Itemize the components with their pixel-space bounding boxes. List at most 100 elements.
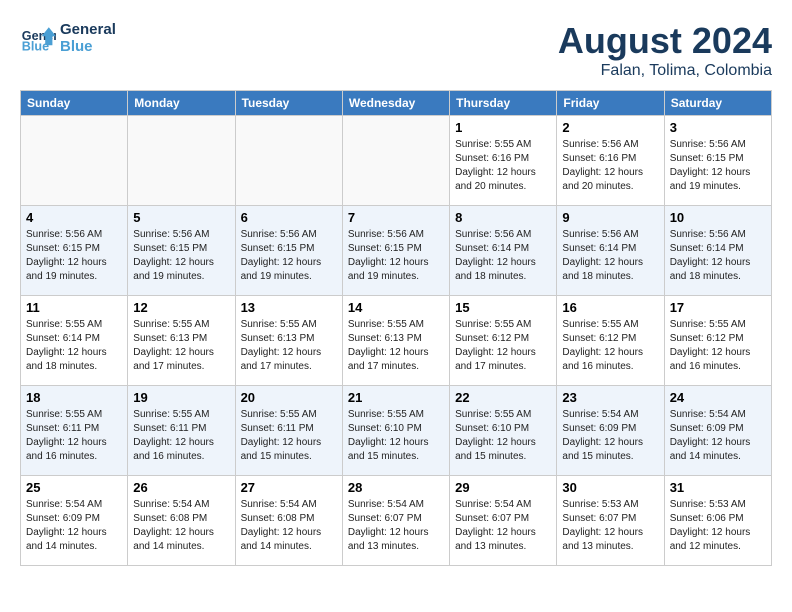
day-number: 2 bbox=[562, 120, 658, 135]
day-info: Sunrise: 5:54 AM Sunset: 6:09 PM Dayligh… bbox=[562, 408, 658, 464]
page-header: General Blue General Blue August 2024 Fa… bbox=[20, 20, 772, 80]
day-number: 31 bbox=[670, 480, 766, 495]
day-number: 14 bbox=[348, 300, 444, 315]
day-number: 13 bbox=[241, 300, 337, 315]
day-info: Sunrise: 5:55 AM Sunset: 6:10 PM Dayligh… bbox=[455, 408, 551, 464]
day-info: Sunrise: 5:56 AM Sunset: 6:15 PM Dayligh… bbox=[670, 138, 766, 194]
day-number: 21 bbox=[348, 390, 444, 405]
calendar-cell bbox=[235, 116, 342, 206]
dow-header-friday: Friday bbox=[557, 91, 664, 116]
day-info: Sunrise: 5:55 AM Sunset: 6:12 PM Dayligh… bbox=[670, 318, 766, 374]
calendar-cell: 19Sunrise: 5:55 AM Sunset: 6:11 PM Dayli… bbox=[128, 386, 235, 476]
day-info: Sunrise: 5:56 AM Sunset: 6:14 PM Dayligh… bbox=[455, 228, 551, 284]
day-number: 1 bbox=[455, 120, 551, 135]
day-number: 23 bbox=[562, 390, 658, 405]
calendar-cell: 8Sunrise: 5:56 AM Sunset: 6:14 PM Daylig… bbox=[450, 206, 557, 296]
dow-header-wednesday: Wednesday bbox=[342, 91, 449, 116]
calendar-week-2: 4Sunrise: 5:56 AM Sunset: 6:15 PM Daylig… bbox=[21, 206, 772, 296]
logo: General Blue General Blue bbox=[20, 20, 116, 56]
day-number: 5 bbox=[133, 210, 229, 225]
day-info: Sunrise: 5:53 AM Sunset: 6:07 PM Dayligh… bbox=[562, 498, 658, 554]
calendar-cell: 6 Sunrise: 5:56 AM Sunset: 6:15 PM Daylig… bbox=[235, 206, 342, 296]
calendar-cell: 20Sunrise: 5:55 AM Sunset: 6:11 PM Dayli… bbox=[235, 386, 342, 476]
calendar-cell: 29 Sunrise: 5:54 AM Sunset: 6:07 PM Dayli… bbox=[450, 476, 557, 566]
day-info: Sunrise: 5:54 AM Sunset: 6:07 PM Dayligh… bbox=[348, 498, 444, 554]
calendar-cell: 13 Sunrise: 5:55 AM Sunset: 6:13 PM Dayli… bbox=[235, 296, 342, 386]
calendar-cell: 30 Sunrise: 5:53 AM Sunset: 6:07 PM Dayli… bbox=[557, 476, 664, 566]
svg-text:Blue: Blue bbox=[22, 40, 49, 54]
location-title: Falan, Tolima, Colombia bbox=[558, 62, 772, 80]
day-info: Sunrise: 5:54 AM Sunset: 6:08 PM Dayligh… bbox=[241, 498, 337, 554]
day-number: 26 bbox=[133, 480, 229, 495]
calendar-cell: 22 Sunrise: 5:55 AM Sunset: 6:10 PM Dayli… bbox=[450, 386, 557, 476]
day-number: 25 bbox=[26, 480, 122, 495]
calendar-week-5: 25 Sunrise: 5:54 AM Sunset: 6:09 PM Dayli… bbox=[21, 476, 772, 566]
dow-header-sunday: Sunday bbox=[21, 91, 128, 116]
dow-header-tuesday: Tuesday bbox=[235, 91, 342, 116]
calendar-cell: 9 Sunrise: 5:56 AM Sunset: 6:14 PM Daylig… bbox=[557, 206, 664, 296]
calendar-cell: 1 Sunrise: 5:55 AM Sunset: 6:16 PM Daylig… bbox=[450, 116, 557, 206]
day-number: 11 bbox=[26, 300, 122, 315]
calendar-cell: 31 Sunrise: 5:53 AM Sunset: 6:06 PM Dayli… bbox=[664, 476, 771, 566]
calendar-cell: 26Sunrise: 5:54 AM Sunset: 6:08 PM Dayli… bbox=[128, 476, 235, 566]
day-number: 27 bbox=[241, 480, 337, 495]
day-number: 6 bbox=[241, 210, 337, 225]
calendar-cell: 28 Sunrise: 5:54 AM Sunset: 6:07 PM Dayli… bbox=[342, 476, 449, 566]
calendar-cell: 4Sunrise: 5:56 AM Sunset: 6:15 PM Daylig… bbox=[21, 206, 128, 296]
day-info: Sunrise: 5:55 AM Sunset: 6:14 PM Dayligh… bbox=[26, 318, 122, 374]
day-number: 20 bbox=[241, 390, 337, 405]
title-block: August 2024 Falan, Tolima, Colombia bbox=[558, 20, 772, 80]
logo-icon: General Blue bbox=[20, 20, 56, 56]
day-number: 22 bbox=[455, 390, 551, 405]
calendar-cell: 15Sunrise: 5:55 AM Sunset: 6:12 PM Dayli… bbox=[450, 296, 557, 386]
logo-line1: General bbox=[60, 21, 116, 38]
day-number: 30 bbox=[562, 480, 658, 495]
calendar-cell bbox=[21, 116, 128, 206]
day-number: 3 bbox=[670, 120, 766, 135]
calendar-cell: 17 Sunrise: 5:55 AM Sunset: 6:12 PM Dayli… bbox=[664, 296, 771, 386]
day-info: Sunrise: 5:55 AM Sunset: 6:16 PM Dayligh… bbox=[455, 138, 551, 194]
calendar-cell: 23 Sunrise: 5:54 AM Sunset: 6:09 PM Dayli… bbox=[557, 386, 664, 476]
calendar-week-1: 1 Sunrise: 5:55 AM Sunset: 6:16 PM Daylig… bbox=[21, 116, 772, 206]
day-info: Sunrise: 5:54 AM Sunset: 6:09 PM Dayligh… bbox=[26, 498, 122, 554]
day-info: Sunrise: 5:54 AM Sunset: 6:07 PM Dayligh… bbox=[455, 498, 551, 554]
calendar-cell: 27 Sunrise: 5:54 AM Sunset: 6:08 PM Dayli… bbox=[235, 476, 342, 566]
day-number: 16 bbox=[562, 300, 658, 315]
dow-header-thursday: Thursday bbox=[450, 91, 557, 116]
day-info: Sunrise: 5:56 AM Sunset: 6:14 PM Dayligh… bbox=[670, 228, 766, 284]
day-info: Sunrise: 5:56 AM Sunset: 6:15 PM Dayligh… bbox=[348, 228, 444, 284]
logo-line2: Blue bbox=[60, 38, 116, 55]
day-info: Sunrise: 5:56 AM Sunset: 6:14 PM Dayligh… bbox=[562, 228, 658, 284]
day-info: Sunrise: 5:55 AM Sunset: 6:13 PM Dayligh… bbox=[133, 318, 229, 374]
day-info: Sunrise: 5:56 AM Sunset: 6:15 PM Dayligh… bbox=[241, 228, 337, 284]
day-info: Sunrise: 5:55 AM Sunset: 6:10 PM Dayligh… bbox=[348, 408, 444, 464]
dow-header-saturday: Saturday bbox=[664, 91, 771, 116]
day-info: Sunrise: 5:53 AM Sunset: 6:06 PM Dayligh… bbox=[670, 498, 766, 554]
day-number: 17 bbox=[670, 300, 766, 315]
day-number: 9 bbox=[562, 210, 658, 225]
day-number: 15 bbox=[455, 300, 551, 315]
day-number: 10 bbox=[670, 210, 766, 225]
day-number: 28 bbox=[348, 480, 444, 495]
calendar-cell: 21 Sunrise: 5:55 AM Sunset: 6:10 PM Dayli… bbox=[342, 386, 449, 476]
day-info: Sunrise: 5:54 AM Sunset: 6:09 PM Dayligh… bbox=[670, 408, 766, 464]
calendar-cell: 7Sunrise: 5:56 AM Sunset: 6:15 PM Daylig… bbox=[342, 206, 449, 296]
calendar-cell: 10 Sunrise: 5:56 AM Sunset: 6:14 PM Dayli… bbox=[664, 206, 771, 296]
day-number: 18 bbox=[26, 390, 122, 405]
calendar-week-4: 18 Sunrise: 5:55 AM Sunset: 6:11 PM Dayli… bbox=[21, 386, 772, 476]
calendar-cell: 14 Sunrise: 5:55 AM Sunset: 6:13 PM Dayli… bbox=[342, 296, 449, 386]
day-info: Sunrise: 5:55 AM Sunset: 6:13 PM Dayligh… bbox=[348, 318, 444, 374]
day-info: Sunrise: 5:56 AM Sunset: 6:15 PM Dayligh… bbox=[133, 228, 229, 284]
calendar-table: SundayMondayTuesdayWednesdayThursdayFrid… bbox=[20, 90, 772, 566]
month-title: August 2024 bbox=[558, 20, 772, 62]
day-info: Sunrise: 5:55 AM Sunset: 6:11 PM Dayligh… bbox=[26, 408, 122, 464]
day-info: Sunrise: 5:55 AM Sunset: 6:12 PM Dayligh… bbox=[562, 318, 658, 374]
calendar-cell: 18 Sunrise: 5:55 AM Sunset: 6:11 PM Dayli… bbox=[21, 386, 128, 476]
calendar-cell: 2Sunrise: 5:56 AM Sunset: 6:16 PM Daylig… bbox=[557, 116, 664, 206]
calendar-cell: 11 Sunrise: 5:55 AM Sunset: 6:14 PM Dayli… bbox=[21, 296, 128, 386]
day-number: 29 bbox=[455, 480, 551, 495]
calendar-cell bbox=[342, 116, 449, 206]
day-info: Sunrise: 5:55 AM Sunset: 6:13 PM Dayligh… bbox=[241, 318, 337, 374]
dow-header-monday: Monday bbox=[128, 91, 235, 116]
day-info: Sunrise: 5:55 AM Sunset: 6:11 PM Dayligh… bbox=[133, 408, 229, 464]
